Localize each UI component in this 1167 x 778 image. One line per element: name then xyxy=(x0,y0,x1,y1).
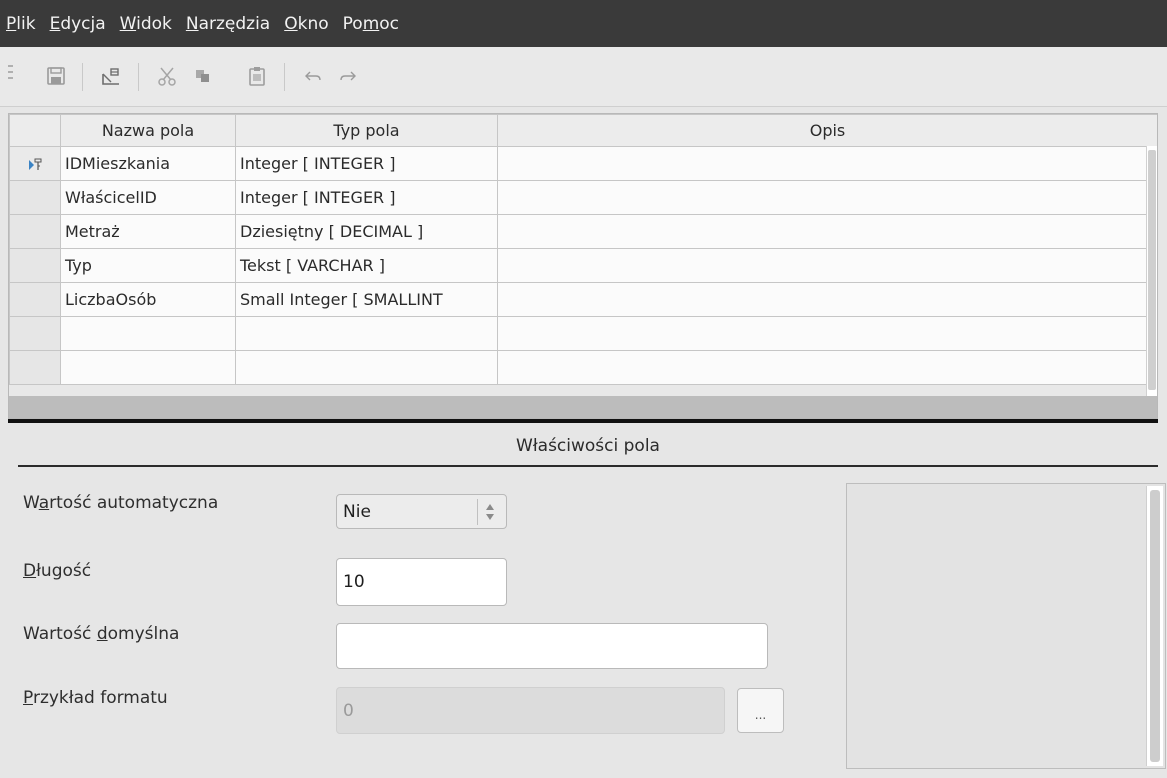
length-label: Długość xyxy=(23,561,92,581)
cell-field-description[interactable] xyxy=(497,248,1157,283)
redo-icon[interactable] xyxy=(333,61,363,91)
column-header-description[interactable]: Opis xyxy=(497,114,1157,147)
copy-icon[interactable] xyxy=(188,61,218,91)
cell-field-name[interactable]: WłaścicelID xyxy=(60,180,236,215)
cell-field-type[interactable]: Dziesiętny [ DECIMAL ] xyxy=(235,214,498,249)
table-row[interactable]: IDMieszkania Integer [ INTEGER ] xyxy=(9,146,1157,181)
menu-widok[interactable]: Widok xyxy=(120,14,172,34)
table-header-row: Nazwa pola Typ pola Opis xyxy=(9,114,1157,147)
cell-field-name[interactable] xyxy=(60,316,236,351)
paste-icon[interactable] xyxy=(242,61,272,91)
toolbar-separator xyxy=(138,63,139,91)
menu-edycja[interactable]: Edycja xyxy=(50,14,106,34)
cell-field-description[interactable] xyxy=(497,316,1157,351)
table-row[interactable]: Typ Tekst [ VARCHAR ] xyxy=(9,248,1157,283)
field-grid: Nazwa pola Typ pola Opis IDMieszkania In… xyxy=(9,114,1157,385)
table-row[interactable]: WłaścicelID Integer [ INTEGER ] xyxy=(9,180,1157,215)
row-header-corner[interactable] xyxy=(9,114,61,147)
auto-value-selected: Nie xyxy=(343,501,371,522)
default-value-input[interactable] xyxy=(336,623,768,669)
pane-splitter[interactable] xyxy=(8,419,1158,423)
cell-field-name[interactable]: Metraż xyxy=(60,214,236,249)
cell-field-type[interactable]: Integer [ INTEGER ] xyxy=(235,146,498,181)
undo-icon[interactable] xyxy=(298,61,328,91)
default-value-label: Wartość domyślna xyxy=(23,624,180,644)
row-selector[interactable] xyxy=(9,180,61,215)
format-example-value: 0 xyxy=(343,700,354,721)
toolbar-divider xyxy=(0,106,1167,107)
scrollbar-thumb[interactable] xyxy=(1148,150,1156,390)
auto-value-label: Wartość automatyczna xyxy=(23,493,219,513)
toolbar-separator xyxy=(284,63,285,91)
format-button[interactable]: ... xyxy=(737,688,784,733)
help-scrollbar[interactable] xyxy=(1146,486,1163,766)
menu-narzedzia[interactable]: Narzędzia xyxy=(186,14,270,34)
cell-field-type[interactable]: Small Integer [ SMALLINT xyxy=(235,282,498,317)
column-header-name[interactable]: Nazwa pola xyxy=(60,114,236,147)
field-properties-divider xyxy=(18,465,1158,467)
cell-field-name[interactable]: Typ xyxy=(60,248,236,283)
table-vertical-scrollbar[interactable] xyxy=(1146,146,1157,396)
cell-field-name[interactable]: IDMieszkania xyxy=(60,146,236,181)
length-value: 10 xyxy=(343,572,365,592)
table-row[interactable]: LiczbaOsób Small Integer [ SMALLINT xyxy=(9,282,1157,317)
row-selector[interactable] xyxy=(9,350,61,385)
row-selector[interactable] xyxy=(9,282,61,317)
field-properties-title: Właściwości pola xyxy=(516,436,660,456)
cell-field-type[interactable]: Tekst [ VARCHAR ] xyxy=(235,248,498,283)
format-example-label: Przykład formatu xyxy=(23,688,168,708)
length-input[interactable]: 10 xyxy=(336,558,507,606)
cut-icon[interactable] xyxy=(152,61,182,91)
row-selector[interactable] xyxy=(9,146,61,181)
cell-field-name[interactable] xyxy=(60,350,236,385)
toolbar-grip[interactable] xyxy=(8,65,14,87)
cell-field-type[interactable] xyxy=(235,316,498,351)
spin-arrows-icon[interactable] xyxy=(477,499,502,525)
save-icon[interactable] xyxy=(41,61,71,91)
row-selector[interactable] xyxy=(9,214,61,249)
table-horizontal-scrollbar[interactable] xyxy=(9,396,1157,418)
primary-key-arrow-icon xyxy=(11,148,60,180)
scrollbar-thumb[interactable] xyxy=(1150,490,1160,762)
cell-field-description[interactable] xyxy=(497,282,1157,317)
column-header-type[interactable]: Typ pola xyxy=(235,114,498,147)
toolbar-separator xyxy=(82,63,83,91)
row-selector[interactable] xyxy=(9,248,61,283)
menu-pomoc[interactable]: Pomoc xyxy=(343,14,399,34)
table-index-icon[interactable] xyxy=(96,61,126,91)
cell-field-description[interactable] xyxy=(497,214,1157,249)
cell-field-description[interactable] xyxy=(497,146,1157,181)
table-row[interactable] xyxy=(9,316,1157,351)
table-row[interactable] xyxy=(9,350,1157,385)
row-selector[interactable] xyxy=(9,316,61,351)
toolbar xyxy=(0,47,1167,107)
field-definition-table: Nazwa pola Typ pola Opis IDMieszkania In… xyxy=(8,113,1158,419)
cell-field-name[interactable]: LiczbaOsób xyxy=(60,282,236,317)
cell-field-description[interactable] xyxy=(497,350,1157,385)
cell-field-type[interactable] xyxy=(235,350,498,385)
help-text-panel xyxy=(846,483,1166,769)
menu-bar: Plik Edycja Widok Narzędzia Okno Pomoc xyxy=(0,0,1167,47)
format-example-field: 0 xyxy=(336,687,725,734)
menu-plik[interactable]: Plik xyxy=(6,14,36,34)
menu-okno[interactable]: Okno xyxy=(284,14,328,34)
table-row[interactable]: Metraż Dziesiętny [ DECIMAL ] xyxy=(9,214,1157,249)
auto-value-select[interactable]: Nie xyxy=(336,494,507,529)
cell-field-description[interactable] xyxy=(497,180,1157,215)
cell-field-type[interactable]: Integer [ INTEGER ] xyxy=(235,180,498,215)
